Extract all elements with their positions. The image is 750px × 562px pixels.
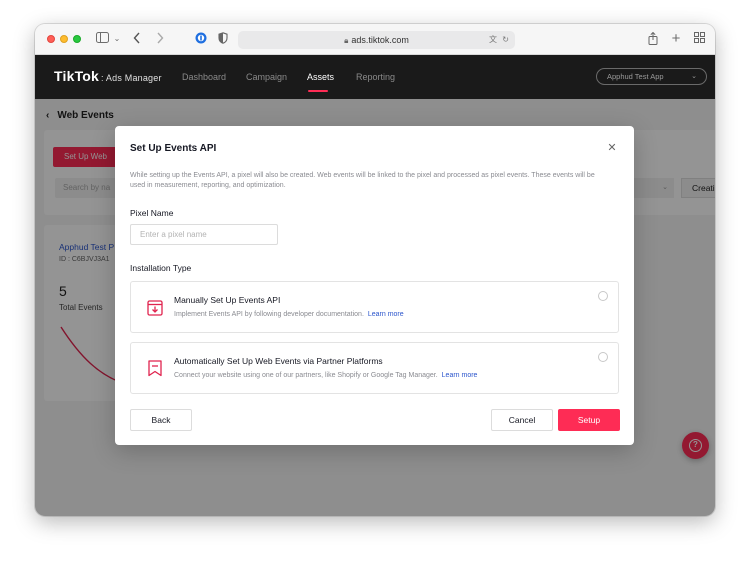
active-nav-indicator (308, 90, 328, 92)
nav-campaign[interactable]: Campaign (246, 72, 287, 82)
pixel-name-input[interactable] (130, 224, 278, 245)
back-icon[interactable] (132, 32, 142, 46)
tab-overview-icon[interactable] (693, 32, 705, 46)
logo-suffix: : Ads Manager (101, 73, 162, 83)
lock-icon: 🔒︎ (344, 36, 349, 45)
nav-assets[interactable]: Assets (307, 72, 334, 82)
option-title: Automatically Set Up Web Events via Part… (174, 356, 383, 366)
minimize-window-button[interactable] (60, 35, 68, 43)
password-icon[interactable] (194, 32, 208, 46)
cancel-button[interactable]: Cancel (491, 409, 553, 431)
download-box-icon (147, 300, 163, 316)
option-description: Connect your website using one of our pa… (174, 372, 477, 379)
radio-partner-setup[interactable] (598, 352, 608, 362)
logo-text: TikTok (54, 68, 100, 84)
back-button[interactable]: Back (130, 409, 192, 431)
forward-icon[interactable] (155, 32, 165, 46)
pixel-name-label: Pixel Name (130, 208, 174, 218)
installation-type-label: Installation Type (130, 263, 192, 273)
learn-more-link[interactable]: Learn more (442, 372, 478, 379)
radio-manual-setup[interactable] (598, 291, 608, 301)
browser-toolbar: ⌄ 🔒︎ ads.tiktok.com 文 ↻ + (35, 24, 715, 55)
learn-more-link[interactable]: Learn more (368, 311, 404, 318)
option-description-text: Connect your website using one of our pa… (174, 372, 438, 379)
address-bar[interactable]: 🔒︎ ads.tiktok.com 文 ↻ (238, 31, 515, 49)
tiktok-logo[interactable]: TikTok: Ads Manager (54, 68, 162, 84)
translate-icon[interactable]: 文 (489, 31, 497, 49)
sidebar-icon[interactable] (95, 32, 109, 46)
setup-button[interactable]: Setup (558, 409, 620, 431)
top-nav: TikTok: Ads Manager Dashboard Campaign A… (35, 55, 715, 99)
nav-dashboard[interactable]: Dashboard (182, 72, 226, 82)
account-selector[interactable]: Apphud Test App ⌄ (596, 68, 707, 85)
new-tab-icon[interactable]: + (670, 31, 682, 46)
close-window-button[interactable] (47, 35, 55, 43)
option-manual-setup[interactable]: Manually Set Up Events API Implement Eve… (130, 281, 619, 333)
chevron-down-icon[interactable]: ⌄ (113, 32, 121, 46)
zoom-window-button[interactable] (73, 35, 81, 43)
modal-description: While setting up the Events API, a pixel… (130, 172, 595, 189)
option-title: Manually Set Up Events API (174, 295, 281, 305)
option-description-text: Implement Events API by following develo… (174, 311, 364, 318)
reload-icon[interactable]: ↻ (502, 31, 509, 49)
chevron-down-icon: ⌄ (691, 73, 697, 80)
url-text: ads.tiktok.com (351, 35, 409, 45)
close-icon[interactable]: ✕ (606, 142, 618, 154)
events-api-modal: Set Up Events API ✕ While setting up the… (115, 126, 634, 445)
bookmark-icon (148, 360, 162, 377)
nav-reporting[interactable]: Reporting (356, 72, 395, 82)
option-partner-setup[interactable]: Automatically Set Up Web Events via Part… (130, 342, 619, 394)
modal-title: Set Up Events API (130, 143, 217, 154)
account-name: Apphud Test App (607, 72, 664, 81)
shield-icon[interactable] (217, 32, 229, 46)
option-description: Implement Events API by following develo… (174, 311, 404, 318)
share-icon[interactable] (647, 31, 659, 46)
